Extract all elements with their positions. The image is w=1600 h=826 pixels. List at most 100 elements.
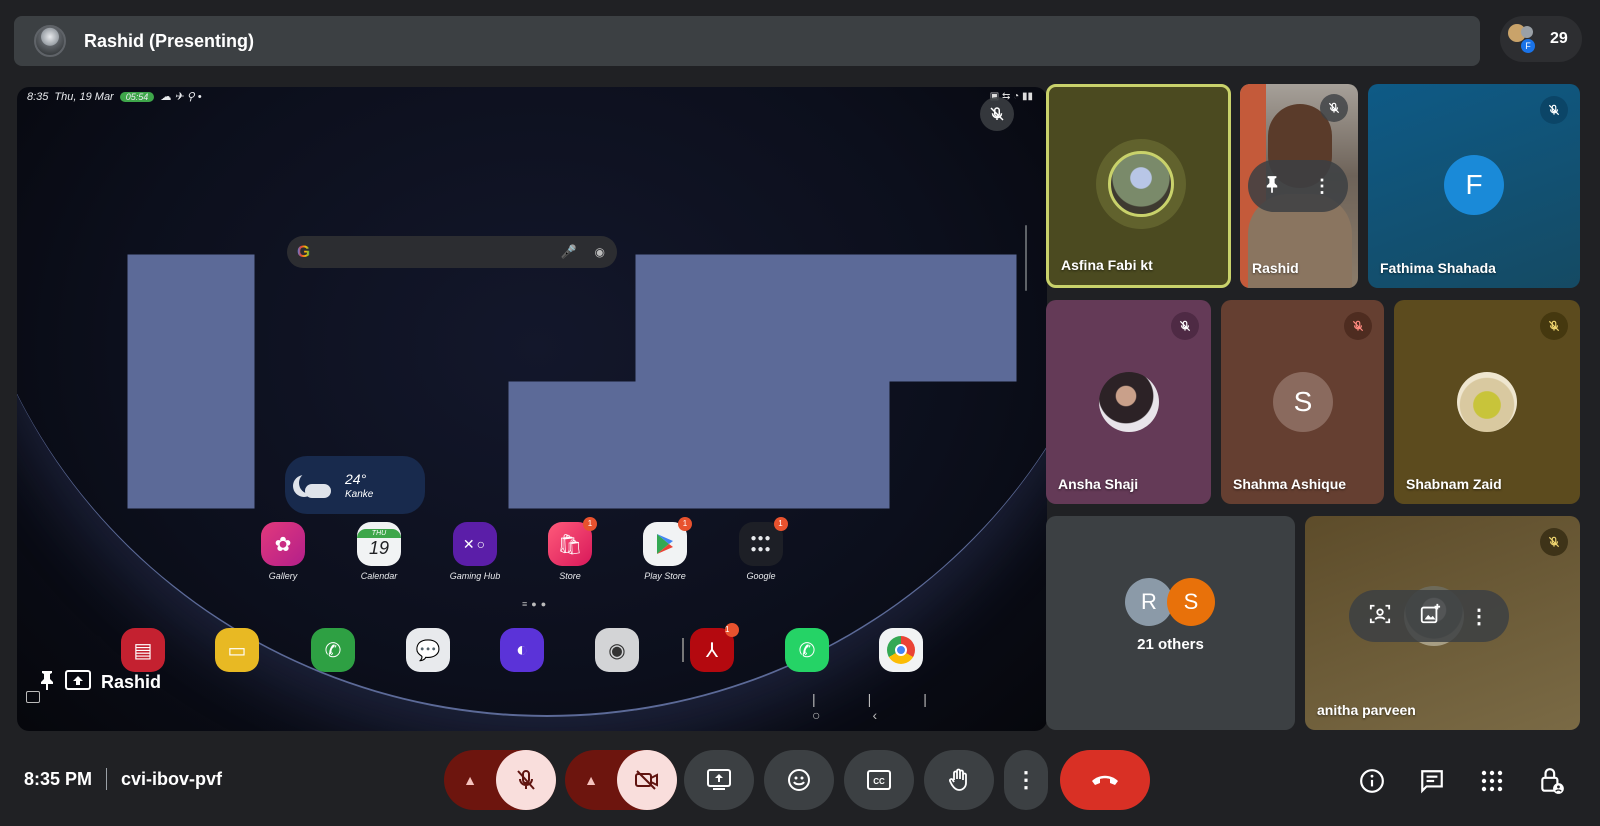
android-nav-bar: |||○‹ <box>812 691 979 723</box>
voice-search-icon[interactable]: 🎤 <box>561 244 577 260</box>
meeting-info: 8:35 PM cvi-ibov-pvf <box>24 768 222 790</box>
reactions-button[interactable] <box>764 750 834 810</box>
app-calendar[interactable]: THU 19 Calendar <box>344 522 414 581</box>
gallery-icon: ✿ <box>261 522 305 566</box>
meeting-time: 8:35 PM <box>24 768 93 789</box>
participant-tile[interactable]: ⋮ Rashid <box>1240 84 1358 288</box>
lens-icon[interactable]: ◉ <box>595 245 605 259</box>
avatar <box>1108 151 1174 217</box>
unmute-button[interactable] <box>496 750 556 810</box>
call-pill: 05:54 <box>119 91 155 102</box>
pin-icon[interactable] <box>1265 175 1279 198</box>
mic-off-icon <box>1320 94 1348 122</box>
chrome-icon[interactable] <box>879 628 923 672</box>
present-screen-icon <box>65 670 91 695</box>
participants-button[interactable]: F 29 <box>1500 16 1582 62</box>
others-count: 21 others <box>1137 636 1204 653</box>
phone-icon[interactable]: ✆ <box>311 628 355 672</box>
pin-icon[interactable] <box>39 670 55 695</box>
weather-widget[interactable]: 24° Kanke <box>285 456 425 514</box>
participant-name: anitha parveen <box>1317 702 1416 718</box>
google-search-widget[interactable]: G 🎤 ◉ <box>287 236 617 268</box>
tile-hover-controls: ⋮ <box>1248 160 1348 212</box>
participant-tile[interactable]: Asfina Fabi kt <box>1046 84 1231 288</box>
participant-tile[interactable]: Ansha Shaji <box>1046 300 1211 504</box>
participant-name: Shabnam Zaid <box>1406 476 1502 492</box>
camera-icon[interactable]: ◉ <box>595 628 639 672</box>
meeting-details-icon[interactable] <box>1356 765 1388 797</box>
meeting-code: cvi-ibov-pvf <box>121 768 223 789</box>
participant-name: Ansha Shaji <box>1058 476 1139 492</box>
more-options-button[interactable]: ⋮ <box>1004 750 1048 810</box>
mic-off-icon <box>1540 528 1568 556</box>
participant-name: Asfina Fabi kt <box>1061 257 1153 273</box>
participant-name: Fathima Shahada <box>1380 260 1496 276</box>
calendar-icon: THU 19 <box>357 522 401 566</box>
avatar: S <box>1273 372 1333 432</box>
app-google-folder[interactable]: ●●● ●●● 1 Google <box>726 517 796 581</box>
participant-name: Rashid <box>1252 260 1299 276</box>
play-store-icon: 1 <box>643 517 692 566</box>
leave-call-button[interactable] <box>1060 750 1150 810</box>
participant-name: Shahma Ashique <box>1233 476 1347 492</box>
app-gallery[interactable]: ✿ Gallery <box>248 522 318 581</box>
weather-temp: 24° <box>345 470 367 487</box>
dock-divider <box>682 638 684 662</box>
activities-icon[interactable] <box>1476 765 1508 797</box>
camera-on-button[interactable] <box>617 750 677 810</box>
captions-button[interactable]: CC <box>844 750 914 810</box>
participant-tile[interactable]: ⋮ anitha parveen <box>1305 516 1580 730</box>
app-gaming-hub[interactable]: ✕○ Gaming Hub <box>440 522 510 581</box>
mic-off-icon <box>1540 312 1568 340</box>
banner-title: Rashid (Presenting) <box>84 30 255 51</box>
participant-tile[interactable]: F Fathima Shahada <box>1368 84 1580 288</box>
participant-tile[interactable]: S Shahma Ashique <box>1221 300 1384 504</box>
whatsapp-icon[interactable]: ✆ <box>785 628 829 672</box>
app-play-store[interactable]: 1 Play Store <box>630 517 700 581</box>
acrobat-icon[interactable]: ⅄ 1 <box>690 623 739 672</box>
avatar <box>1457 372 1517 432</box>
camera-control: ▲ <box>565 750 677 810</box>
tile-hover-controls: ⋮ <box>1349 590 1509 642</box>
avatar <box>1099 372 1159 432</box>
night-cloud-icon <box>295 470 333 500</box>
my-files-icon[interactable]: ▭ <box>215 628 259 672</box>
presenter-label: Rashid <box>39 670 161 695</box>
wallpaper-arc <box>17 87 1047 717</box>
app-store[interactable]: 🛍 1 Store <box>535 517 605 581</box>
svg-text:CC: CC <box>873 777 885 786</box>
participant-tile[interactable]: Shabnam Zaid <box>1394 300 1580 504</box>
weather-location: Kanke <box>345 488 374 500</box>
host-controls-lock-icon[interactable] <box>1536 765 1568 797</box>
internet-icon[interactable]: ◐ <box>500 628 544 672</box>
shopping-bag-icon: 🛍 1 <box>548 517 597 566</box>
video-settings-chevron-icon[interactable]: ▲ <box>565 750 617 810</box>
panel-resize-handle[interactable] <box>1025 225 1027 291</box>
info-divider <box>106 768 108 790</box>
participant-avatar-stack: F <box>1508 24 1538 54</box>
more-options-icon[interactable]: ⋮ <box>1313 176 1331 197</box>
messages-icon[interactable]: 💬 <box>406 628 450 672</box>
add-photo-icon[interactable] <box>1419 603 1441 630</box>
frame-person-icon[interactable] <box>1369 603 1391 630</box>
gaming-hub-icon: ✕○ <box>453 522 497 566</box>
google-folder-icon: ●●● ●●● 1 <box>739 517 788 566</box>
others-tile[interactable]: R S 21 others <box>1046 516 1295 730</box>
chat-icon[interactable] <box>1416 765 1448 797</box>
avatar: R <box>1125 578 1173 626</box>
presenter-mic-off-icon <box>980 97 1014 131</box>
google-g-icon: G <box>297 242 311 261</box>
more-options-icon[interactable]: ⋮ <box>1469 604 1489 629</box>
presentation-view[interactable]: 8:35 Thu, 19 Mar 05:54 ☁ ✈ ⚲ • ▣ ⇆ ◔ ▮▮ … <box>17 87 1047 731</box>
audio-settings-chevron-icon[interactable]: ▲ <box>444 750 496 810</box>
device-date: Thu, 19 Mar <box>54 90 114 103</box>
notes-icon[interactable]: ▤ <box>121 628 165 672</box>
mic-off-icon <box>1540 96 1568 124</box>
device-time: 8:35 <box>27 90 49 103</box>
presenter-name: Rashid <box>101 672 162 692</box>
participant-count: 29 <box>1550 30 1568 47</box>
raise-hand-button[interactable] <box>924 750 994 810</box>
present-now-button[interactable] <box>684 750 754 810</box>
avatar: S <box>1167 578 1215 626</box>
device-status-bar: 8:35 Thu, 19 Mar 05:54 ☁ ✈ ⚲ • <box>27 90 202 104</box>
